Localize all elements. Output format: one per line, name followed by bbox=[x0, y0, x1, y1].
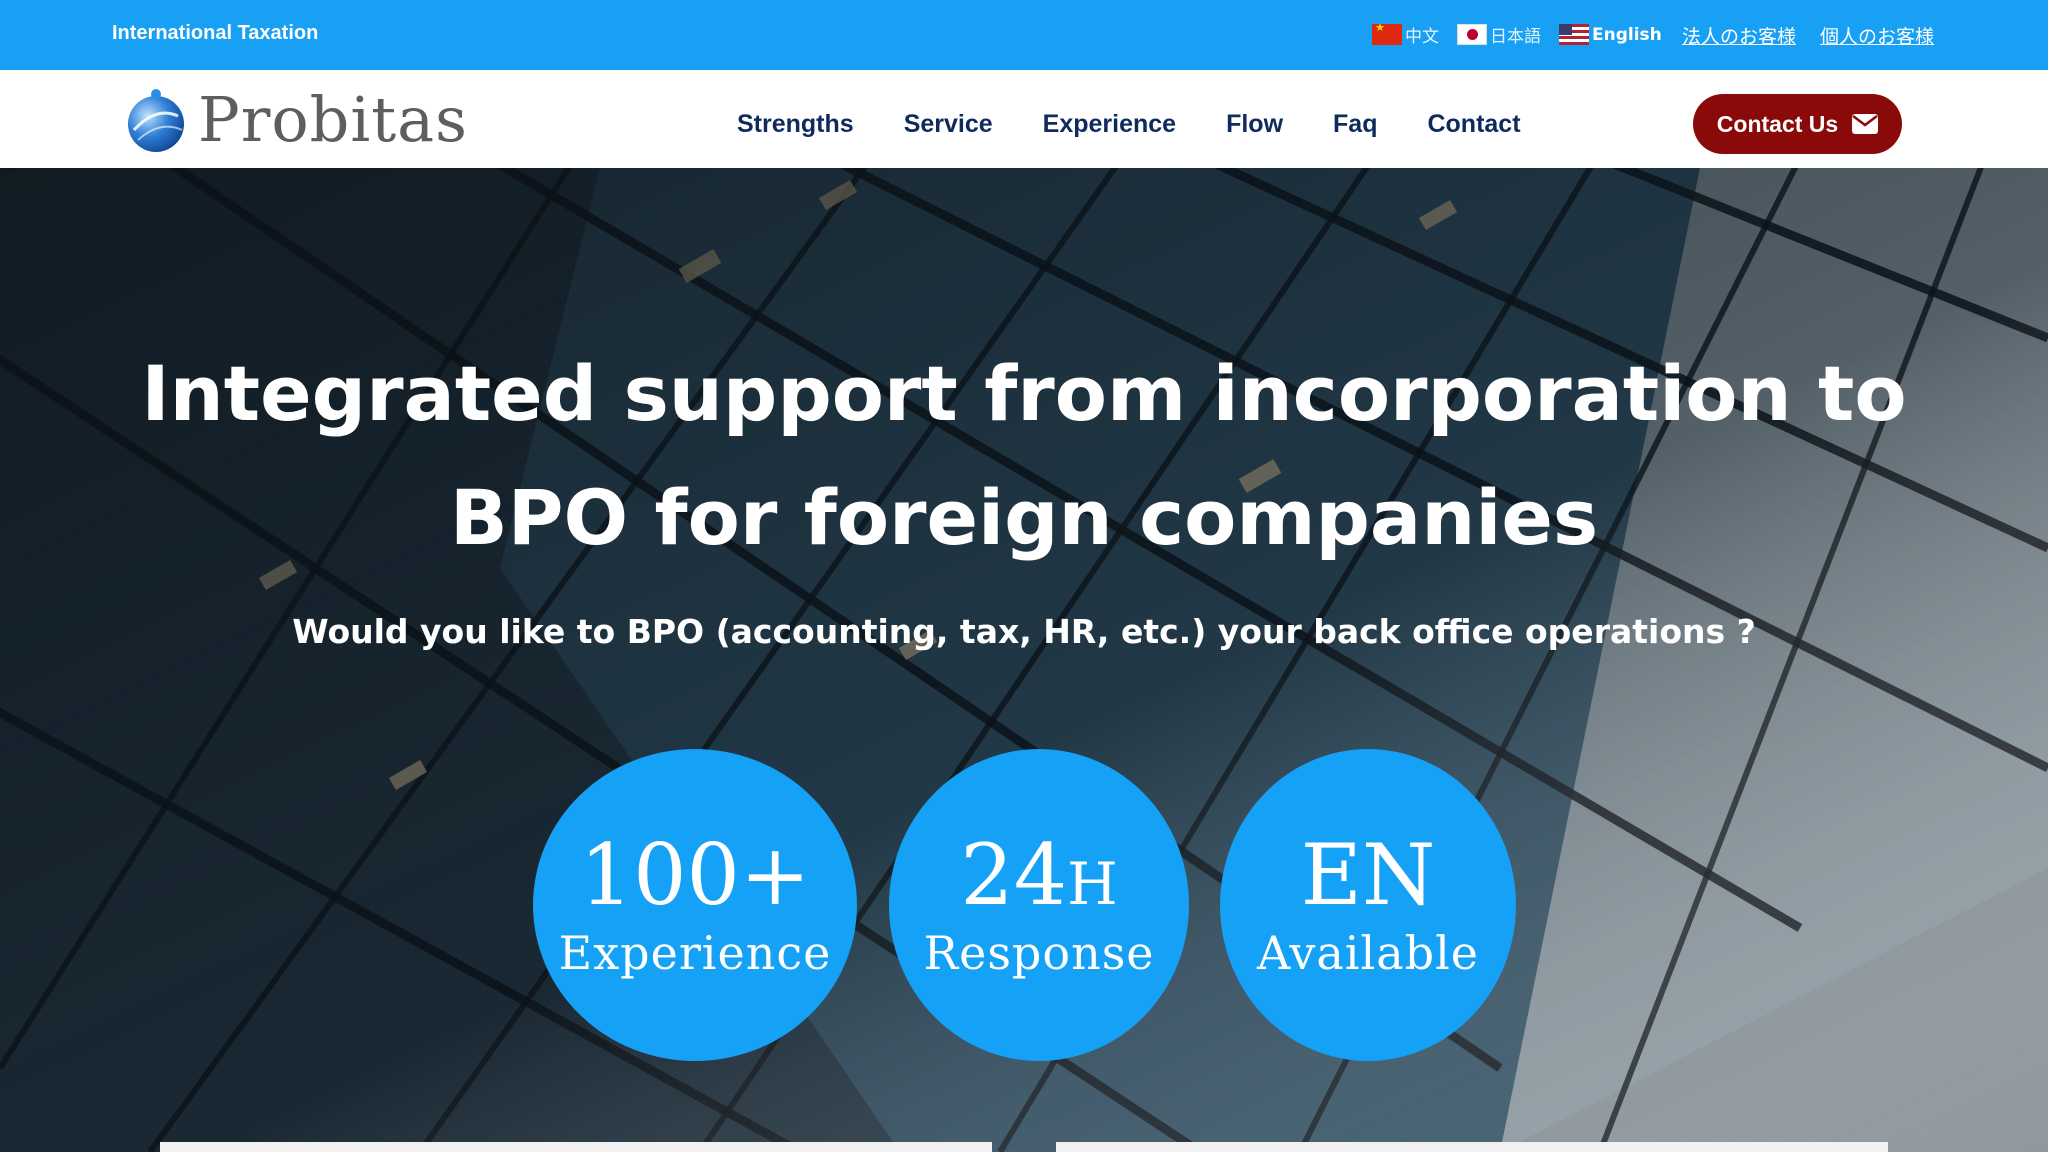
customer-links: 法人のお客様 個人のお客様 bbox=[1682, 22, 1934, 49]
usa-flag-icon bbox=[1559, 24, 1589, 45]
language-switcher: 中文 日本語 English bbox=[1372, 22, 1662, 47]
english-badge-label: Available bbox=[1257, 925, 1479, 980]
hero-title-line-2: BPO for foreign companies bbox=[449, 473, 1599, 562]
globe-logo-icon bbox=[128, 89, 184, 152]
experience-badge: 100+ Experience bbox=[533, 749, 857, 1061]
english-badge-value: EN bbox=[1300, 825, 1436, 924]
japan-flag-icon bbox=[1457, 24, 1487, 45]
site-label: International Taxation bbox=[112, 22, 319, 44]
response-badge: 24H Response bbox=[889, 749, 1189, 1061]
nav-menu: Strengths Service Experience Flow Faq Co… bbox=[737, 110, 1521, 139]
hero-section: Integrated support from incorporation to… bbox=[0, 168, 2048, 1152]
response-badge-value: 24H bbox=[960, 825, 1118, 924]
nav-item-service[interactable]: Service bbox=[904, 110, 993, 139]
nav-item-faq[interactable]: Faq bbox=[1333, 110, 1377, 139]
nav-item-experience[interactable]: Experience bbox=[1043, 110, 1176, 139]
experience-badge-value: 100+ bbox=[579, 825, 811, 924]
english-available-badge: EN Available bbox=[1220, 749, 1516, 1061]
top-bar: International Taxation 中文 日本語 English 法人… bbox=[0, 0, 2048, 70]
content-card-right-edge bbox=[1056, 1142, 1888, 1152]
language-english-label: English bbox=[1592, 24, 1662, 45]
contact-us-label: Contact Us bbox=[1716, 110, 1839, 137]
content-card-left-edge bbox=[160, 1142, 992, 1152]
logo-text: Probitas bbox=[198, 83, 468, 156]
individual-customers-link[interactable]: 個人のお客様 bbox=[1820, 22, 1934, 49]
response-badge-label: Response bbox=[923, 925, 1155, 980]
language-japanese-label: 日本語 bbox=[1490, 27, 1541, 47]
hero-subtitle: Would you like to BPO (accounting, tax, … bbox=[292, 612, 1756, 651]
contact-us-button[interactable]: Contact Us bbox=[1693, 94, 1902, 154]
envelope-icon bbox=[1852, 114, 1879, 134]
experience-badge-label: Experience bbox=[558, 925, 832, 980]
china-flag-icon bbox=[1372, 24, 1402, 45]
language-english[interactable]: English bbox=[1559, 24, 1662, 45]
language-japanese[interactable]: 日本語 bbox=[1457, 22, 1541, 47]
logo[interactable]: Probitas bbox=[126, 86, 468, 154]
hero-title-line-1: Integrated support from incorporation to bbox=[141, 349, 1907, 438]
language-chinese-label: 中文 bbox=[1405, 27, 1439, 47]
nav-item-contact[interactable]: Contact bbox=[1427, 110, 1520, 139]
nav-item-flow[interactable]: Flow bbox=[1226, 110, 1283, 139]
language-chinese[interactable]: 中文 bbox=[1372, 22, 1439, 47]
hero-title: Integrated support from incorporation to… bbox=[0, 332, 2048, 580]
nav-item-strengths[interactable]: Strengths bbox=[737, 110, 854, 139]
corporate-customers-link[interactable]: 法人のお客様 bbox=[1682, 22, 1796, 49]
main-navbar: Probitas Strengths Service Experience Fl… bbox=[0, 70, 2048, 168]
